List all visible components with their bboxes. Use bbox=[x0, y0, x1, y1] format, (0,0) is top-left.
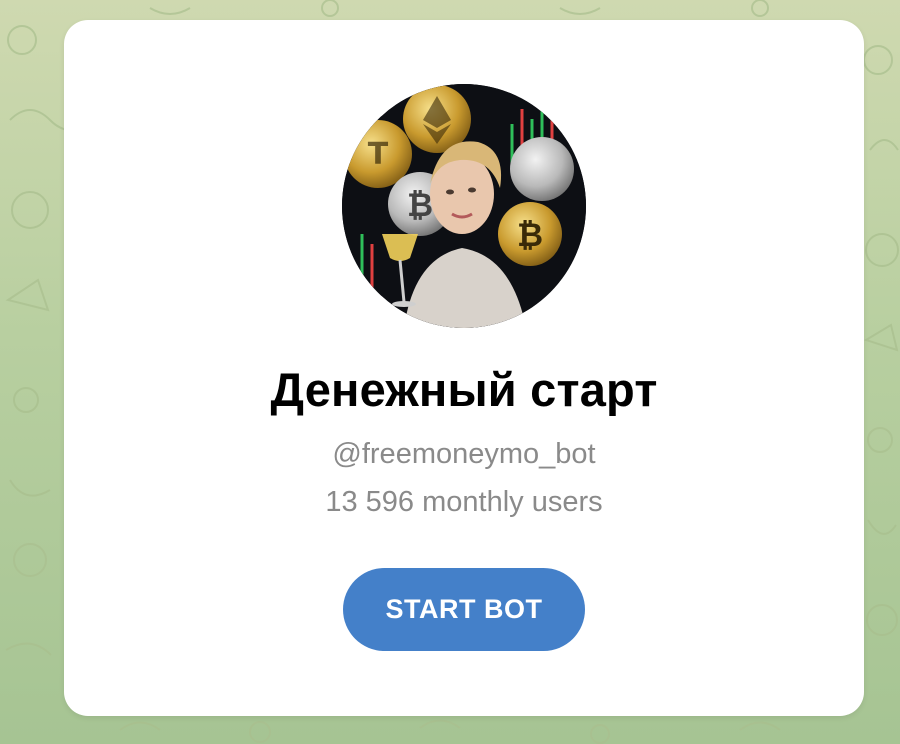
bot-username: @freemoneymo_bot bbox=[332, 438, 596, 470]
bot-avatar: T ₿ ₿ bbox=[342, 84, 586, 328]
start-bot-button[interactable]: START BOT bbox=[343, 568, 585, 651]
svg-text:₿: ₿ bbox=[407, 186, 433, 224]
bot-info-card: T ₿ ₿ Денежный старт @freemoneymo_bot 13… bbox=[64, 20, 864, 716]
svg-text:₿: ₿ bbox=[517, 216, 543, 254]
monthly-users-count: 13 596 monthly users bbox=[325, 486, 603, 518]
svg-text:T: T bbox=[368, 137, 389, 172]
profile-photo-icon: T ₿ ₿ bbox=[342, 84, 586, 328]
bot-name: Денежный старт bbox=[270, 363, 658, 416]
